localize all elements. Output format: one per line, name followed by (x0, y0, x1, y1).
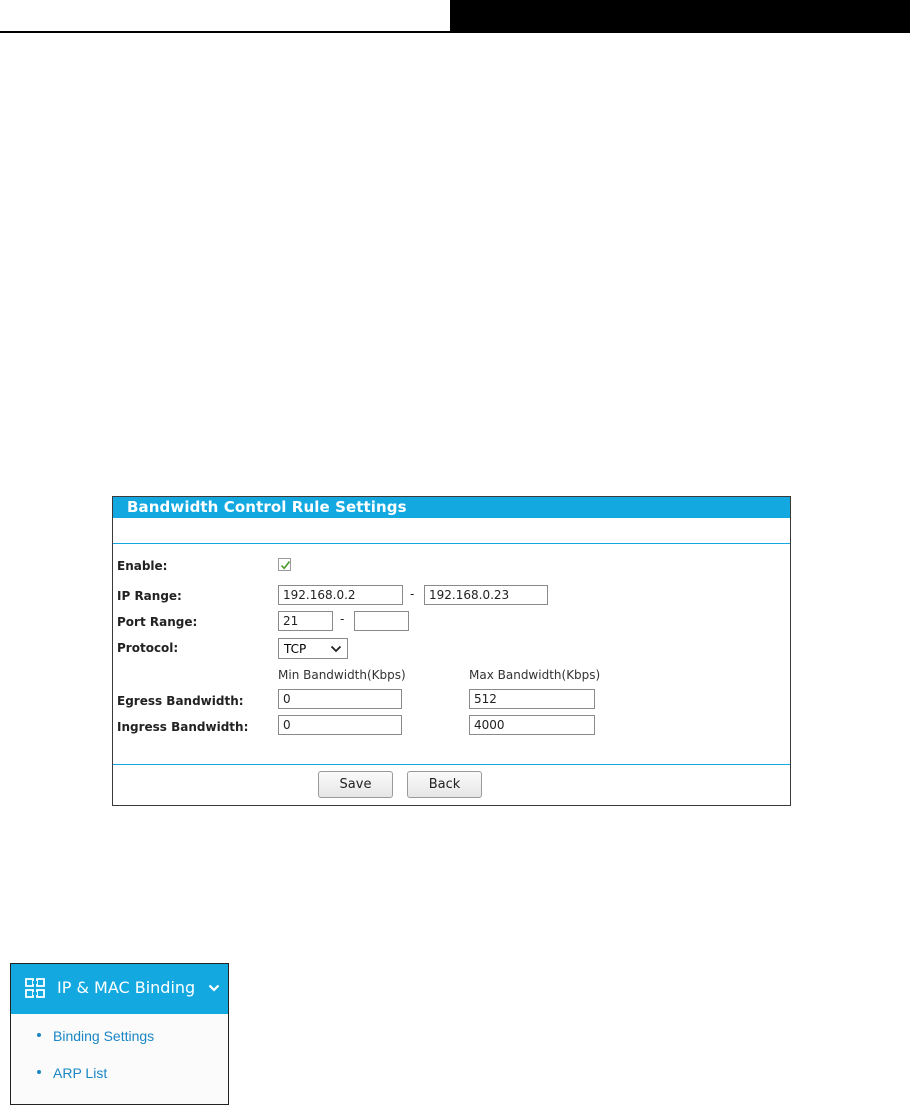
protocol-value: TCP (284, 642, 307, 656)
binding-icon (25, 978, 45, 998)
check-icon (280, 561, 291, 570)
chevron-down-icon (208, 984, 220, 992)
ip-range-label: IP Range: (117, 589, 182, 603)
bullet-icon (37, 1070, 41, 1075)
enable-checkbox[interactable] (278, 558, 291, 571)
panel-title: Bandwidth Control Rule Settings (113, 497, 790, 518)
document-header-bar (450, 0, 910, 33)
menu-item-label: ARP List (53, 1065, 108, 1081)
protocol-select[interactable]: TCP (278, 638, 348, 659)
dropdown-chevron-icon (330, 645, 342, 653)
ip-range-start-input[interactable] (278, 585, 403, 605)
ip-mac-binding-menu: IP & MAC Binding Binding Settings ARP Li… (10, 963, 229, 1105)
ingress-max-input[interactable] (469, 715, 595, 735)
menu-item-arp-list[interactable]: ARP List (37, 1065, 107, 1081)
egress-max-input[interactable] (469, 689, 595, 709)
menu-item-label: Binding Settings (53, 1028, 155, 1044)
menu-item-binding-settings[interactable]: Binding Settings (37, 1028, 154, 1044)
ip-range-end-input[interactable] (424, 585, 548, 605)
min-bandwidth-header: Min Bandwidth(Kbps) (278, 668, 406, 682)
ip-range-dash: - (410, 587, 415, 601)
back-button[interactable]: Back (407, 771, 482, 798)
ingress-bandwidth-label: Ingress Bandwidth: (117, 720, 249, 734)
panel-divider-top (113, 543, 790, 544)
bullet-icon (37, 1033, 41, 1038)
enable-label: Enable: (117, 559, 168, 573)
bandwidth-rule-panel: Bandwidth Control Rule Settings Enable: … (112, 496, 791, 806)
port-range-label: Port Range: (117, 615, 198, 629)
ip-mac-binding-header[interactable]: IP & MAC Binding (11, 964, 228, 1014)
egress-min-input[interactable] (278, 689, 402, 709)
port-range-end-input[interactable] (354, 611, 409, 631)
panel-divider-bottom (113, 764, 790, 765)
document-header-rule (0, 31, 450, 33)
port-range-dash: - (340, 612, 345, 626)
egress-bandwidth-label: Egress Bandwidth: (117, 694, 244, 708)
ingress-min-input[interactable] (278, 715, 402, 735)
port-range-start-input[interactable] (278, 611, 333, 631)
protocol-label: Protocol: (117, 641, 179, 655)
ip-mac-binding-title: IP & MAC Binding (57, 978, 196, 997)
max-bandwidth-header: Max Bandwidth(Kbps) (469, 668, 601, 682)
save-button[interactable]: Save (318, 771, 393, 798)
